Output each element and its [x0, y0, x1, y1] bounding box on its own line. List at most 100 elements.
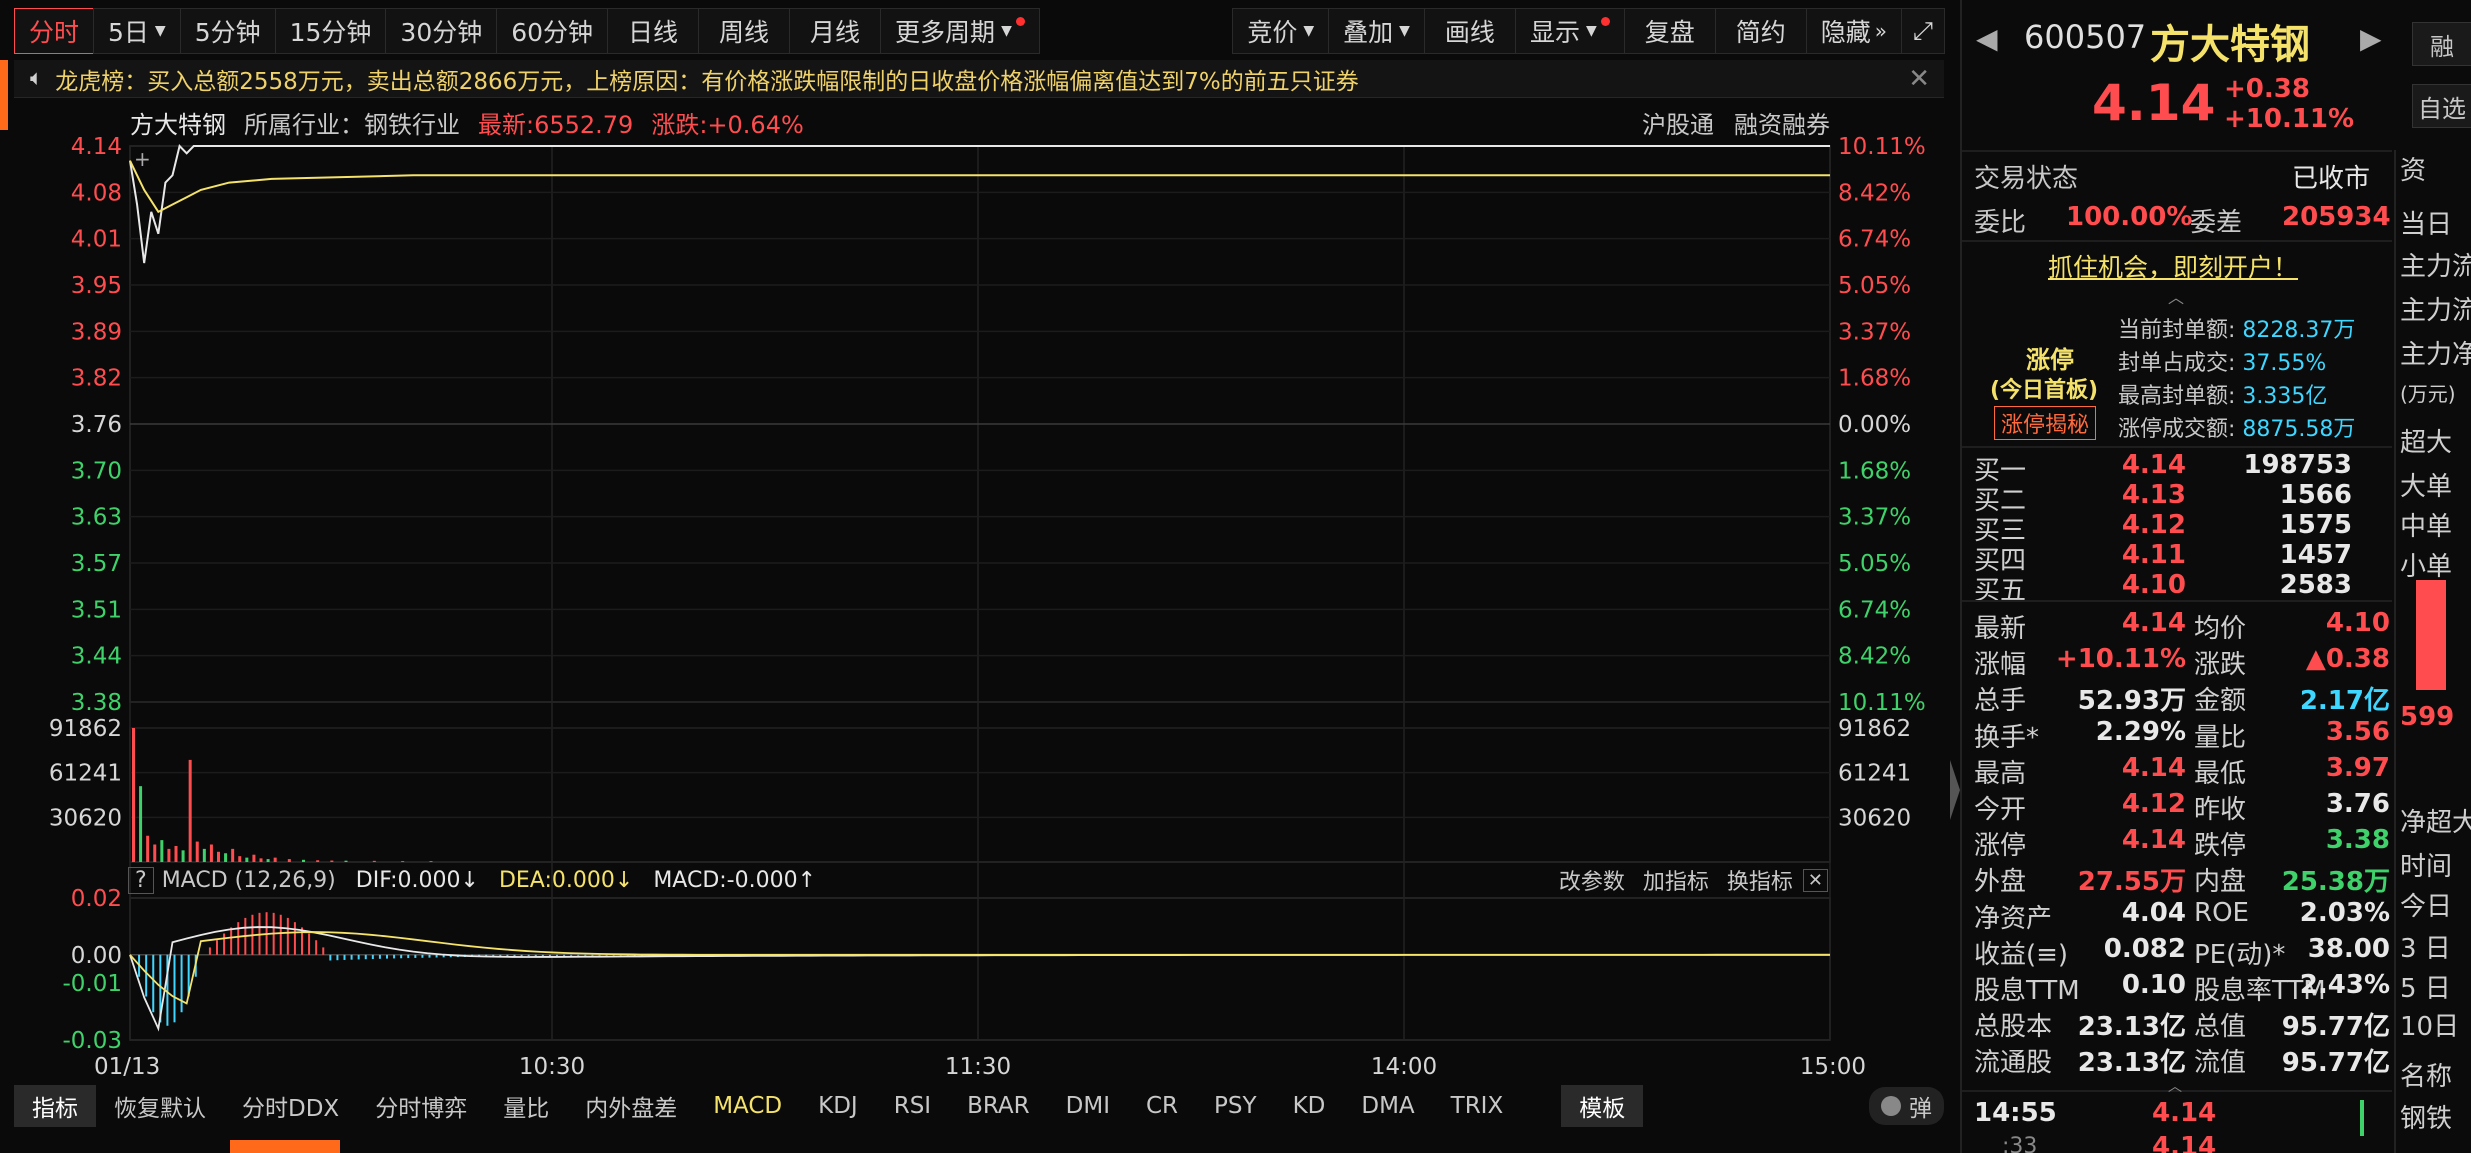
stock-name: 方大特钢	[2150, 22, 2310, 68]
quote-stat-row: 外盘 27.55万 内盘 25.38万	[1962, 861, 2392, 897]
buy-level-row[interactable]: 买三 4.12 1575	[1962, 510, 2392, 546]
stat-label: 跌停	[2194, 831, 2247, 862]
macd-value: MACD:-0.000↑	[653, 867, 817, 893]
collapse-icon[interactable]: ︿	[2168, 284, 2184, 308]
buy-level-row[interactable]: 买二 4.13 1566	[1962, 480, 2392, 516]
y-right-tick-label: 10.11%	[1838, 690, 1926, 716]
stat-value: 4.14	[2121, 608, 2186, 638]
tab-psy[interactable]: PSY	[1196, 1089, 1275, 1123]
limit-stat-row: 最高封单额: 3.335亿	[2118, 380, 2355, 413]
prev-stock-icon[interactable]: ◀	[1976, 22, 1998, 55]
volume-bar	[429, 861, 433, 862]
stat-label: 内盘	[2194, 867, 2247, 898]
scroll-indicator[interactable]	[230, 1140, 340, 1153]
dea-line	[129, 931, 1830, 1005]
volume-bar	[195, 841, 199, 862]
tab-macd[interactable]: MACD	[695, 1089, 800, 1123]
close-icon[interactable]: ✕	[1802, 868, 1828, 892]
tab-rsi[interactable]: RSI	[876, 1089, 949, 1123]
y-right-tick-label: 5.05%	[1838, 551, 1911, 577]
y-right-tick-label: 8.42%	[1838, 644, 1911, 670]
margin-button[interactable]: 融	[2412, 22, 2471, 66]
buy-level-row[interactable]: 买五 4.10 2583	[1962, 570, 2392, 606]
y-right-tick-label: 5.05%	[1838, 273, 1911, 299]
buy-level-volume: 1575	[2279, 510, 2352, 540]
tick-price: 4.14	[2152, 1098, 2217, 1128]
edit-params-button[interactable]: 改参数	[1559, 864, 1625, 896]
tab-trix[interactable]: TRIX	[1433, 1089, 1522, 1123]
collapse-icon[interactable]: ︿	[2168, 1076, 2182, 1096]
volume-bar	[160, 840, 164, 862]
tab-template[interactable]: 模板	[1561, 1085, 1644, 1127]
switch-indicator-button[interactable]: 换指标	[1727, 864, 1793, 896]
toggle-knob	[1881, 1096, 1901, 1116]
stat-value: 95.77亿	[2281, 1012, 2390, 1043]
buy-level-price: 4.14	[2121, 450, 2186, 480]
y-right-tick-label: 3.37%	[1838, 319, 1911, 345]
macd-panel	[129, 912, 1831, 1032]
quote-stat-row: 总手 52.93万 金额 2.17亿	[1962, 680, 2392, 716]
weicha-value: 205934	[2282, 202, 2391, 232]
stat-value: 8228.37万	[2242, 318, 2356, 343]
y-left-tick-label: 3.44	[71, 644, 122, 670]
help-icon[interactable]: ?	[128, 866, 154, 894]
buy-level-volume: 2583	[2279, 570, 2352, 600]
stat-label: 当前封单额:	[2118, 318, 2236, 343]
x-tick-label: 01/13	[94, 1054, 160, 1080]
tab-kd[interactable]: KD	[1275, 1089, 1344, 1123]
limit-stats: 当前封单额: 8228.37万 封单占成交: 37.55% 最高封单额: 3.3…	[2118, 314, 2355, 446]
watchlist-button[interactable]: 自选	[2412, 84, 2471, 128]
tab-ddx[interactable]: 分时DDX	[224, 1085, 357, 1127]
stat-value: 4.04	[2121, 897, 2186, 928]
limit-up-label: 涨停	[2026, 346, 2074, 374]
buy-level-row[interactable]: 买一 4.14 198753	[1962, 450, 2392, 486]
stat-value: 2.17亿	[2299, 686, 2390, 717]
buy-level-volume: 1457	[2279, 540, 2352, 570]
tab-brar[interactable]: BRAR	[949, 1089, 1048, 1123]
add-indicator-button[interactable]: 加指标	[1643, 864, 1709, 896]
open-account-link[interactable]: 抓住机会，即刻开户！	[2048, 248, 2298, 284]
stat-value: 37.55%	[2242, 351, 2327, 376]
series-line-avg	[129, 160, 1830, 214]
quote-stat-row: 最新 4.14 均价 4.10	[1962, 608, 2392, 644]
stat-label: 涨幅	[1974, 650, 2027, 681]
stat-value: 3.38	[2325, 825, 2390, 856]
edge-label: 钢铁	[2400, 1104, 2453, 1134]
tab-indicators[interactable]: 指标	[14, 1085, 96, 1127]
stat-label: 涨停成交额:	[2118, 417, 2236, 442]
dea-value: DEA:0.000↓	[498, 867, 634, 893]
popup-toggle[interactable]: 弹	[1869, 1087, 1944, 1125]
panel-collapse-icon[interactable]	[1950, 760, 1960, 820]
tick-time-2: :33	[2002, 1134, 2038, 1153]
buy-level-price: 4.11	[2121, 540, 2186, 570]
stat-value: 52.93万	[2077, 686, 2186, 717]
y-left-tick-label: 3.82	[71, 366, 122, 392]
edge-label: 主力流	[2400, 252, 2471, 282]
y-left-tick-label: 3.89	[71, 319, 122, 345]
edge-label: 当日	[2400, 210, 2453, 240]
intraday-chart[interactable]: + 4.14 10.11% 4.08 8.42% 4.01 6.74% 3.95 5.05% 3…	[0, 0, 1950, 1090]
limit-reveal-button[interactable]: 涨停揭秘	[1994, 406, 2097, 440]
volume-bar	[401, 861, 405, 862]
stat-label: 总股本	[1974, 1012, 2053, 1043]
stat-value: 27.55万	[2077, 867, 2186, 898]
next-stock-icon[interactable]: ▶	[2360, 22, 2382, 55]
tab-dma[interactable]: DMA	[1343, 1089, 1432, 1123]
tab-inner-outer[interactable]: 内外盘差	[567, 1085, 695, 1127]
price-panel: +	[129, 143, 1830, 264]
volume-bar	[132, 728, 135, 862]
tab-game[interactable]: 分时博弈	[357, 1085, 485, 1127]
tab-dmi[interactable]: DMI	[1048, 1089, 1128, 1123]
buy-level-row[interactable]: 买四 4.11 1457	[1962, 540, 2392, 576]
quote-stat-row: 流通股 23.13亿 流值 95.77亿	[1962, 1042, 2392, 1078]
tab-restore-default[interactable]: 恢复默认	[96, 1085, 224, 1127]
stat-value: 3.335亿	[2242, 384, 2328, 409]
tab-volume-ratio[interactable]: 量比	[485, 1085, 567, 1127]
volume-bar	[209, 844, 213, 862]
tab-cr[interactable]: CR	[1128, 1089, 1196, 1123]
buy-level-price: 4.13	[2121, 480, 2186, 510]
stat-label: 最高封单额:	[2118, 384, 2236, 409]
stat-label: 量比	[2194, 722, 2247, 753]
tab-kdj[interactable]: KDJ	[800, 1089, 876, 1123]
edge-label: 中单	[2400, 512, 2453, 542]
